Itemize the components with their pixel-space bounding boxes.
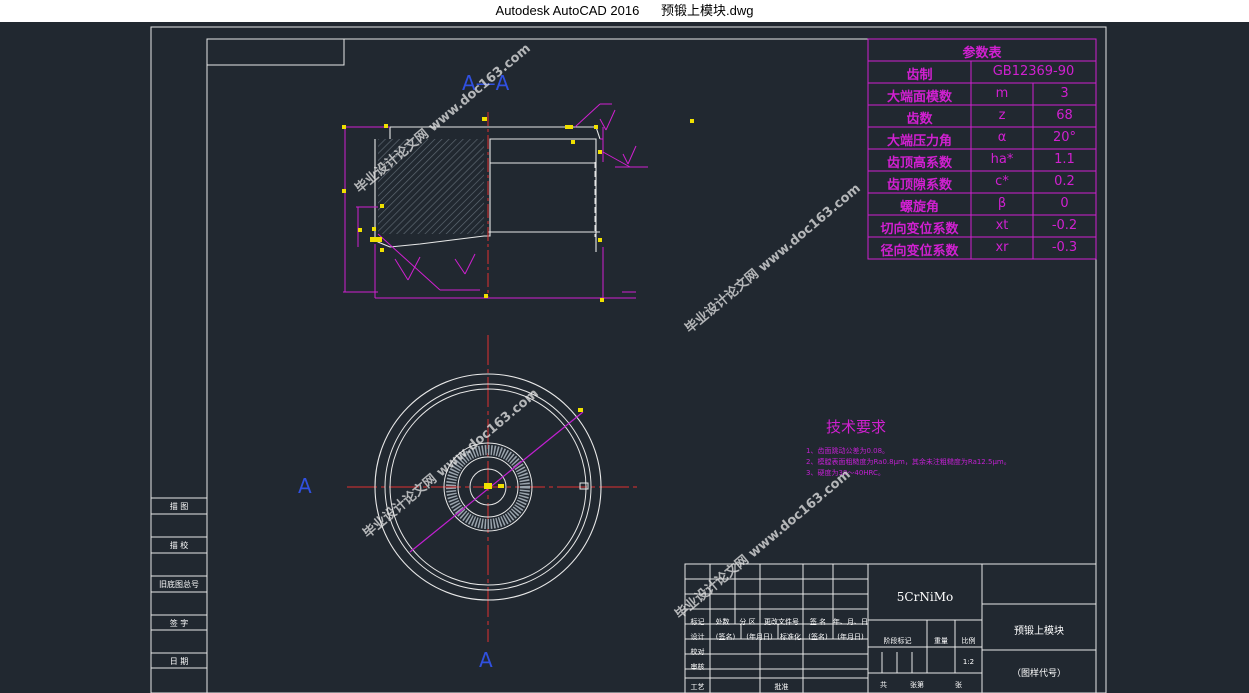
header-cell: 分 区: [739, 618, 756, 626]
param-value: 20°: [1052, 130, 1077, 145]
param-name: 大端面模数: [886, 90, 952, 105]
approve-label: 批准: [774, 683, 789, 691]
header-cell: 处数: [715, 618, 730, 626]
sheet-info: 张第: [910, 681, 924, 689]
param-name: 齿顶高系数: [886, 156, 952, 171]
side-label: 旧底图总号: [159, 580, 199, 589]
header-cell: 更改文件号: [764, 618, 799, 626]
param-symbol: m: [995, 86, 1009, 101]
section-view[interactable]: [342, 103, 694, 302]
param-value: 0.2: [1054, 174, 1075, 189]
param-value: GB12369-90: [992, 64, 1075, 79]
param-name: 齿数: [906, 112, 933, 127]
param-name: 大端压力角: [886, 134, 952, 149]
param-name: 齿制: [906, 68, 933, 83]
cut-marker-left: A: [298, 474, 312, 498]
stage-label: 阶段标记: [883, 637, 912, 645]
param-symbol: α: [997, 130, 1007, 145]
tech-item: 2、模膛表面粗糙度为Ra0.8μm，其余未注粗糙度为Ra12.5μm。: [806, 458, 1011, 466]
param-symbol: ha*: [990, 152, 1014, 167]
left-row-label: 审核: [690, 663, 705, 671]
design-cell: (年月日): [837, 633, 864, 641]
param-symbol: xt: [995, 218, 1009, 233]
drawing-canvas[interactable]: A—A A A 技术要求 1、齿面跳动公差为0.08。 2、模膛表面粗糙度为Ra…: [0, 22, 1249, 693]
left-row-label: 工艺: [690, 683, 705, 691]
param-symbol: β: [997, 196, 1007, 211]
param-name: 齿顶隙系数: [886, 178, 952, 193]
param-value: -0.2: [1051, 218, 1078, 233]
file-title: 预锻上模块.dwg: [660, 3, 754, 18]
left-row-label: 校对: [690, 648, 705, 656]
design-cell: (签名): [808, 633, 828, 641]
param-table-title: 参数表: [962, 46, 1002, 61]
scale-value: 1:2: [962, 658, 975, 666]
param-value: 68: [1056, 108, 1073, 123]
design-cell: (签名): [715, 633, 736, 641]
side-label: 签 字: [169, 619, 189, 628]
param-symbol: c*: [995, 174, 1009, 189]
stage-label: 重量: [934, 637, 948, 645]
param-symbol: z: [998, 108, 1006, 123]
param-value: 1.1: [1054, 152, 1075, 167]
header-cell: 签 名: [809, 618, 827, 626]
cut-marker-bottom: A: [479, 648, 493, 672]
corner-code-box: [206, 38, 345, 66]
plan-view[interactable]: [347, 335, 641, 642]
param-name: 螺旋角: [899, 200, 939, 215]
param-value: -0.3: [1051, 240, 1078, 255]
design-cell: 标准化: [780, 633, 801, 641]
side-label: 描 图: [169, 502, 189, 511]
tech-requirements-title: 技术要求: [826, 418, 887, 436]
app-title: Autodesk AutoCAD 2016: [495, 3, 640, 18]
design-cell: (年月日): [746, 633, 773, 641]
param-value: 3: [1060, 86, 1069, 101]
param-value: 0: [1060, 196, 1069, 211]
side-label: 描 校: [169, 541, 189, 550]
param-symbol: xr: [995, 240, 1009, 255]
param-name: 径向变位系数: [880, 244, 959, 259]
header-cell: 年、月、日: [833, 618, 868, 626]
part-name: 预锻上模块: [1014, 626, 1064, 637]
sheet-info: 共: [880, 681, 887, 689]
header-cell: 标记: [690, 618, 705, 626]
material-label: 5CrNiMo: [896, 590, 954, 604]
side-label: 日 期: [169, 657, 189, 666]
sheet-info: 张: [955, 681, 962, 689]
tech-item: 1、齿面跳动公差为0.08。: [806, 447, 890, 455]
design-cell: 设计: [690, 633, 705, 641]
drawing-code: （图样代号）: [1011, 669, 1066, 679]
window-titlebar: Autodesk AutoCAD 2016 预锻上模块.dwg: [0, 0, 1249, 22]
param-name: 切向变位系数: [880, 222, 959, 237]
stage-label: 比例: [961, 637, 976, 645]
